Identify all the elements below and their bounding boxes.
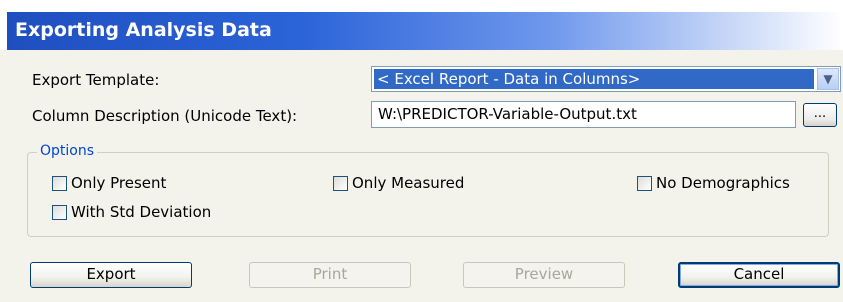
no-demographics-label: No Demographics bbox=[656, 174, 790, 192]
cancel-button[interactable]: Cancel bbox=[678, 262, 840, 288]
checkbox-icon[interactable] bbox=[333, 176, 348, 191]
options-legend: Options bbox=[37, 143, 98, 159]
only-present-label: Only Present bbox=[71, 174, 167, 192]
column-description-input[interactable]: W:\PREDICTOR-Variable-Output.txt bbox=[371, 101, 796, 128]
export-dialog: Exporting Analysis Data Export Template:… bbox=[0, 0, 843, 302]
checkbox-icon[interactable] bbox=[52, 176, 67, 191]
checkbox-icon[interactable] bbox=[52, 205, 67, 220]
only-measured-checkbox[interactable]: Only Measured bbox=[333, 174, 464, 192]
only-present-checkbox[interactable]: Only Present bbox=[52, 174, 166, 192]
export-button[interactable]: Export bbox=[30, 262, 192, 288]
title-bar[interactable]: Exporting Analysis Data bbox=[7, 12, 843, 50]
with-std-deviation-checkbox[interactable]: With Std Deviation bbox=[52, 203, 211, 221]
options-group: Options bbox=[27, 143, 829, 237]
export-template-label: Export Template: bbox=[32, 71, 160, 89]
print-button[interactable]: Print bbox=[249, 262, 411, 288]
with-std-deviation-label: With Std Deviation bbox=[71, 203, 212, 221]
browse-button[interactable]: ... bbox=[803, 103, 837, 127]
chevron-down-icon[interactable]: ▼ bbox=[817, 68, 839, 90]
checkbox-icon[interactable] bbox=[637, 176, 652, 191]
column-description-label: Column Description (Unicode Text): bbox=[32, 107, 298, 125]
window-title: Exporting Analysis Data bbox=[15, 19, 272, 41]
export-template-value: < Excel Report - Data in Columns> bbox=[374, 69, 814, 89]
export-template-select[interactable]: < Excel Report - Data in Columns> ▼ bbox=[371, 66, 841, 92]
only-measured-label: Only Measured bbox=[352, 174, 465, 192]
preview-button[interactable]: Preview bbox=[463, 262, 625, 288]
no-demographics-checkbox[interactable]: No Demographics bbox=[637, 174, 790, 192]
